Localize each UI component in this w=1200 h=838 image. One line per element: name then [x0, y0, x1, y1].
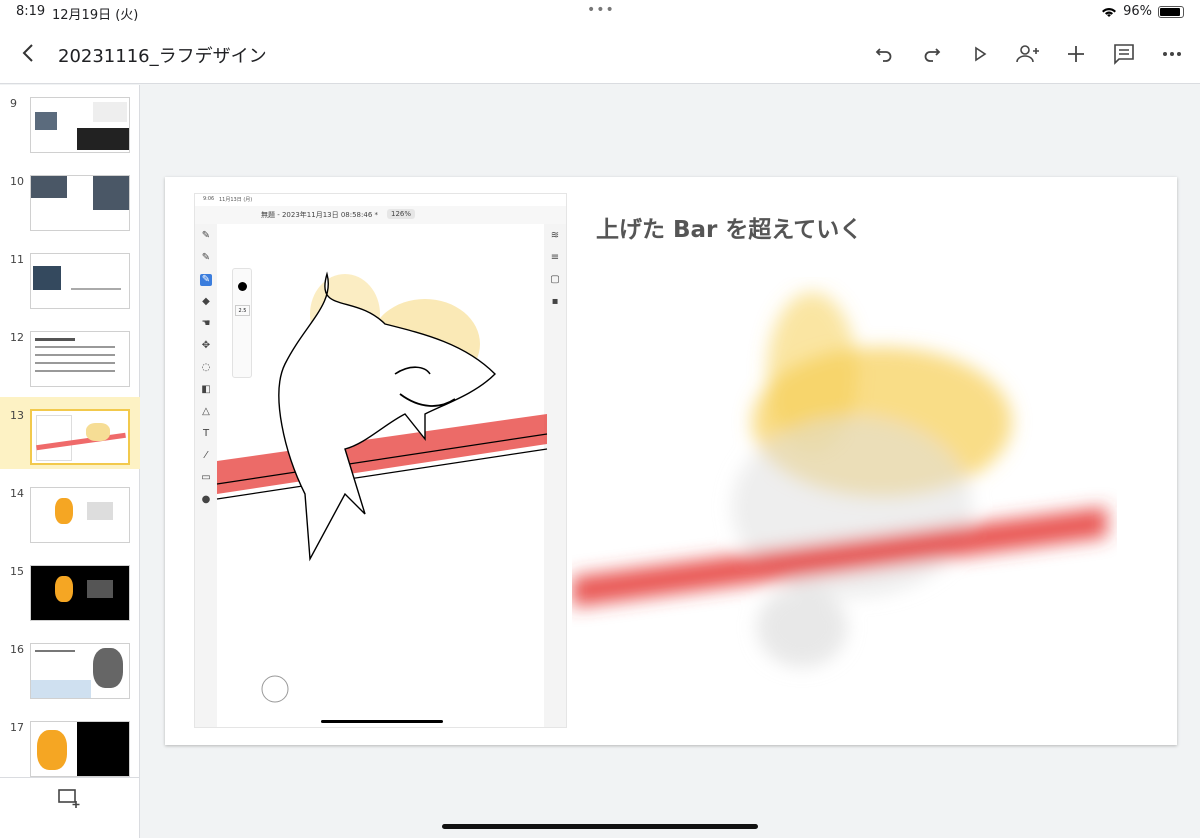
slide-thumb-17[interactable]: 17 [0, 709, 140, 781]
comment-icon[interactable] [1106, 38, 1142, 70]
slide-thumbnail [30, 643, 130, 699]
embedded-screenshot: 9:06 11月13日 (月) 無題 - 2023年11月13日 08:58:4… [194, 193, 567, 728]
share-icon[interactable] [1010, 38, 1046, 70]
slide-thumb-11[interactable]: 11 [0, 241, 140, 313]
slide-thumb-15[interactable]: 15 [0, 553, 140, 625]
slide-thumb-14[interactable]: 14 [0, 475, 140, 547]
slide-number: 14 [10, 487, 24, 500]
slide-canvas[interactable]: 9:06 11月13日 (月) 無題 - 2023年11月13日 08:58:4… [141, 85, 1200, 838]
slide-number: 17 [10, 721, 24, 734]
slide-thumbnail [30, 97, 130, 153]
slide-thumbnail [30, 487, 130, 543]
battery-area: 96% [1101, 4, 1184, 19]
document-title[interactable]: 20231116_ラフデザイン [58, 42, 267, 68]
shark-sketch [216, 271, 548, 723]
status-time: 8:19 [16, 4, 46, 19]
slide-number: 15 [10, 565, 24, 578]
header-actions [866, 38, 1190, 70]
slide-thumbnail [30, 565, 130, 621]
slide-thumb-13[interactable]: 13 [0, 397, 140, 469]
slide-thumb-16[interactable]: 16 [0, 631, 140, 703]
slide-thumbnail [30, 175, 130, 231]
present-icon[interactable] [962, 38, 998, 70]
blurred-shark-image [572, 292, 1107, 667]
back-icon[interactable] [18, 42, 40, 64]
redo-icon[interactable] [914, 38, 950, 70]
slide-thumbnail [30, 331, 130, 387]
undo-icon[interactable] [866, 38, 902, 70]
slide-number: 13 [10, 409, 24, 422]
home-indicator[interactable] [442, 824, 758, 829]
slide-number: 16 [10, 643, 24, 656]
battery-percent: 96% [1123, 4, 1152, 19]
slide-title[interactable]: 上げた Bar を超えていく [596, 210, 862, 244]
slide-thumb-9[interactable]: 9 [0, 85, 140, 157]
slide-thumb-12[interactable]: 12 [0, 319, 140, 391]
add-slide-icon[interactable] [58, 787, 82, 809]
sidebar-divider [0, 777, 140, 778]
slide-thumbnail [30, 721, 130, 777]
slide-thumbnail [30, 409, 130, 465]
slide-number: 9 [10, 97, 17, 110]
slide-thumb-10[interactable]: 10 [0, 163, 140, 235]
wifi-icon [1102, 7, 1117, 17]
add-icon[interactable] [1058, 38, 1094, 70]
app-header: 20231116_ラフデザイン [0, 24, 1200, 84]
slide-number: 10 [10, 175, 24, 188]
slide-panel: 9 10 11 12 13 14 15 16 17 [0, 85, 140, 838]
status-date: 12月19日 (火) [52, 8, 139, 23]
more-icon[interactable] [1154, 38, 1190, 70]
slide-number: 11 [10, 253, 24, 266]
multitask-dots[interactable]: ••• [587, 2, 615, 18]
status-bar: 8:19 12月19日 (火) ••• 96% [0, 0, 1200, 24]
slide-thumbnail [30, 253, 130, 309]
current-slide[interactable]: 9:06 11月13日 (月) 無題 - 2023年11月13日 08:58:4… [165, 177, 1177, 745]
slide-number: 12 [10, 331, 24, 344]
battery-icon [1158, 5, 1184, 18]
